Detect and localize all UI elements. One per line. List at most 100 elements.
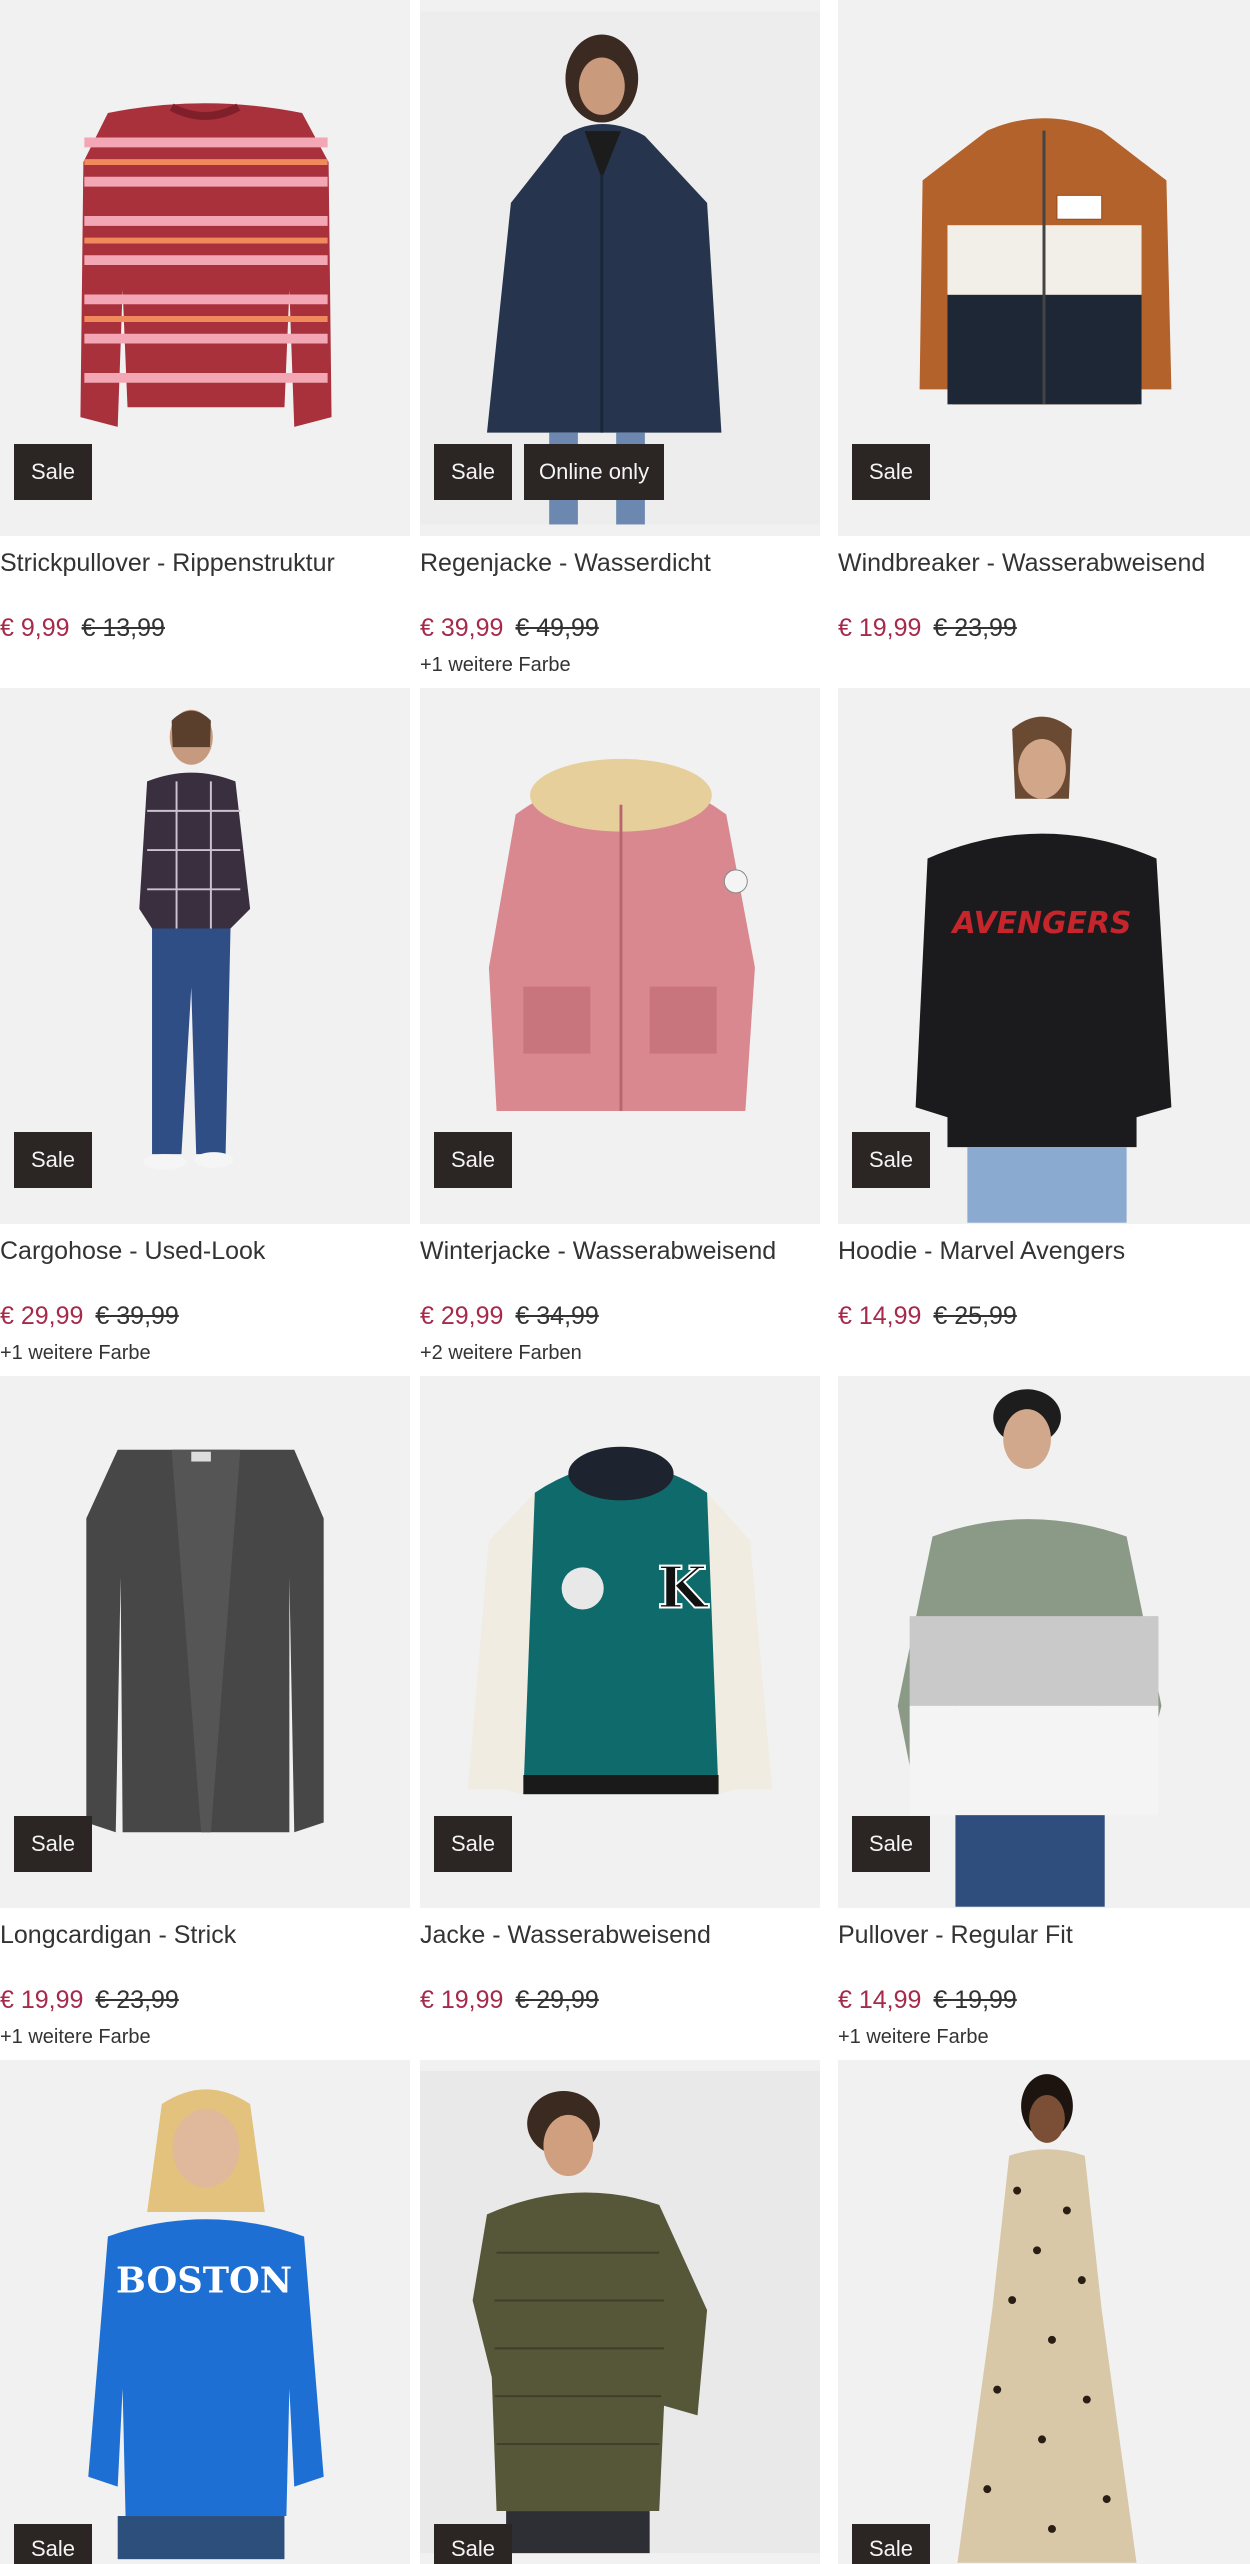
more-colors-link[interactable]: +1 weitere Farbe	[0, 2026, 151, 2049]
badge-group: Sale	[434, 1816, 512, 1872]
sale-price: € 19,99	[0, 1986, 84, 2014]
product-info: Regenjacke - Wasserdicht € 39,99 € 49,99…	[420, 536, 820, 688]
product-title[interactable]: Pullover - Regular Fit	[838, 1920, 1250, 1950]
product-card[interactable]: Sale	[410, 2060, 828, 2564]
badge-group: Sale	[852, 1816, 930, 1872]
product-image[interactable]: Sale Online only	[420, 0, 820, 536]
product-title[interactable]: Longcardigan - Strick	[0, 1920, 410, 1950]
badge-group: Sale Online only	[434, 444, 665, 500]
more-colors-link[interactable]: +1 weitere Farbe	[0, 1342, 151, 1365]
product-title[interactable]: Strickpullover - Rippenstruktur	[0, 548, 410, 578]
price-row: € 39,99 € 49,99	[420, 614, 599, 643]
product-image[interactable]: Sale	[420, 688, 820, 1224]
price-row: € 29,99 € 34,99	[420, 1302, 599, 1331]
sale-badge: Sale	[852, 2524, 930, 2564]
sale-price: € 14,99	[838, 1986, 922, 2014]
badge-group: Sale	[852, 2524, 930, 2564]
sale-price: € 19,99	[838, 614, 922, 642]
price-row: € 19,99 € 23,99	[0, 1986, 179, 2015]
product-image[interactable]: K Sale	[420, 1376, 820, 1908]
product-card[interactable]: Sale Cargohose - Used-Look € 29,99 € 39,…	[0, 688, 418, 1376]
badge-group: Sale	[852, 1132, 930, 1188]
product-image[interactable]: Sale	[0, 688, 410, 1224]
sale-badge: Sale	[434, 1816, 512, 1872]
sale-badge: Sale	[14, 2524, 92, 2564]
sale-badge: Sale	[14, 1816, 92, 1872]
product-card[interactable]: Sale Winterjacke - Wasserabweisend € 29,…	[410, 688, 828, 1376]
product-title[interactable]: Windbreaker - Wasserabweisend	[838, 548, 1250, 578]
product-title[interactable]: Jacke - Wasserabweisend	[420, 1920, 820, 1950]
sale-price: € 39,99	[420, 614, 504, 642]
product-image[interactable]: Sale	[0, 0, 410, 536]
original-price: € 13,99	[81, 614, 165, 642]
sale-price: € 14,99	[838, 1302, 922, 1330]
sale-price: € 29,99	[0, 1302, 84, 1330]
product-image[interactable]: AVENGERS Sale	[838, 688, 1250, 1224]
sale-price: € 29,99	[420, 1302, 504, 1330]
original-price: € 39,99	[95, 1302, 179, 1330]
product-card[interactable]: AVENGERS Sale Hoodie - Marvel Avengers €…	[832, 688, 1250, 1376]
product-info: Jacke - Wasserabweisend € 19,99 € 29,99	[420, 1908, 820, 2060]
product-image[interactable]: Sale	[838, 2060, 1250, 2564]
product-info: Cargohose - Used-Look € 29,99 € 39,99 +1…	[0, 1224, 410, 1376]
product-info: Winterjacke - Wasserabweisend € 29,99 € …	[420, 1224, 820, 1376]
price-row: € 14,99 € 19,99	[838, 1986, 1017, 2015]
product-image[interactable]: BOSTON Sale	[0, 2060, 410, 2564]
product-image[interactable]: Sale	[838, 0, 1250, 536]
price-row: € 29,99 € 39,99	[0, 1302, 179, 1331]
product-image[interactable]: Sale	[0, 1376, 410, 1908]
svg-text:K: K	[657, 1554, 709, 1622]
product-info: Windbreaker - Wasserabweisend € 19,99 € …	[838, 536, 1250, 688]
product-title[interactable]: Hoodie - Marvel Avengers	[838, 1236, 1250, 1266]
sale-price: € 9,99	[0, 614, 70, 642]
product-info: Pullover - Regular Fit € 14,99 € 19,99 +…	[838, 1908, 1250, 2060]
product-title[interactable]: Winterjacke - Wasserabweisend	[420, 1236, 820, 1266]
badge-group: Sale	[14, 444, 92, 500]
olive-knit-sweater-image	[420, 2070, 820, 2554]
online-only-badge: Online only	[524, 444, 665, 500]
product-card[interactable]: K Sale Jacke - Wasserabweisend € 19,99 €…	[410, 1376, 828, 2060]
leopard-dress-image	[838, 2061, 1250, 2563]
more-colors-link[interactable]: +2 weitere Farben	[420, 1342, 582, 1365]
sale-badge: Sale	[434, 1132, 512, 1188]
badge-group: Sale	[14, 1816, 92, 1872]
product-card[interactable]: Sale Pullover - Regular Fit € 14,99 € 19…	[832, 1376, 1250, 2060]
sale-badge: Sale	[852, 1816, 930, 1872]
badge-group: Sale	[434, 2524, 512, 2564]
price-row: € 14,99 € 25,99	[838, 1302, 1017, 1331]
product-grid: Sale Strickpullover - Rippenstruktur € 9…	[0, 0, 1250, 2564]
product-card[interactable]: Sale	[832, 2060, 1250, 2564]
original-price: € 49,99	[515, 614, 599, 642]
product-info: Hoodie - Marvel Avengers € 14,99 € 25,99	[838, 1224, 1250, 1376]
original-price: € 25,99	[933, 1302, 1017, 1330]
product-card[interactable]: BOSTON Sale	[0, 2060, 418, 2564]
product-title[interactable]: Regenjacke - Wasserdicht	[420, 548, 820, 578]
sale-badge: Sale	[14, 444, 92, 500]
price-row: € 19,99 € 29,99	[420, 1986, 599, 2015]
original-price: € 29,99	[515, 1986, 599, 2014]
more-colors-link[interactable]: +1 weitere Farbe	[420, 654, 571, 677]
badge-group: Sale	[14, 1132, 92, 1188]
product-card[interactable]: Sale Longcardigan - Strick € 19,99 € 23,…	[0, 1376, 418, 2060]
product-info: Strickpullover - Rippenstruktur € 9,99 €…	[0, 536, 410, 688]
product-info: Longcardigan - Strick € 19,99 € 23,99 +1…	[0, 1908, 410, 2060]
price-row: € 9,99 € 13,99	[0, 614, 165, 643]
product-card[interactable]: Sale Strickpullover - Rippenstruktur € 9…	[0, 0, 418, 688]
original-price: € 19,99	[933, 1986, 1017, 2014]
price-row: € 19,99 € 23,99	[838, 614, 1017, 643]
product-card[interactable]: Sale Windbreaker - Wasserabweisend € 19,…	[832, 0, 1250, 688]
boston-print-text: BOSTON	[116, 2260, 292, 2301]
original-price: € 23,99	[95, 1986, 179, 2014]
original-price: € 34,99	[515, 1302, 599, 1330]
product-title[interactable]: Cargohose - Used-Look	[0, 1236, 410, 1266]
product-image[interactable]: Sale	[420, 2060, 820, 2564]
sale-badge: Sale	[434, 2524, 512, 2564]
more-colors-link[interactable]: +1 weitere Farbe	[838, 2026, 989, 2049]
badge-group: Sale	[434, 1132, 512, 1188]
sale-price: € 19,99	[420, 1986, 504, 2014]
badge-group: Sale	[14, 2524, 92, 2564]
sale-badge: Sale	[434, 444, 512, 500]
product-card[interactable]: Sale Online only Regenjacke - Wasserdich…	[410, 0, 828, 688]
product-image[interactable]: Sale	[838, 1376, 1250, 1908]
sale-badge: Sale	[852, 1132, 930, 1188]
